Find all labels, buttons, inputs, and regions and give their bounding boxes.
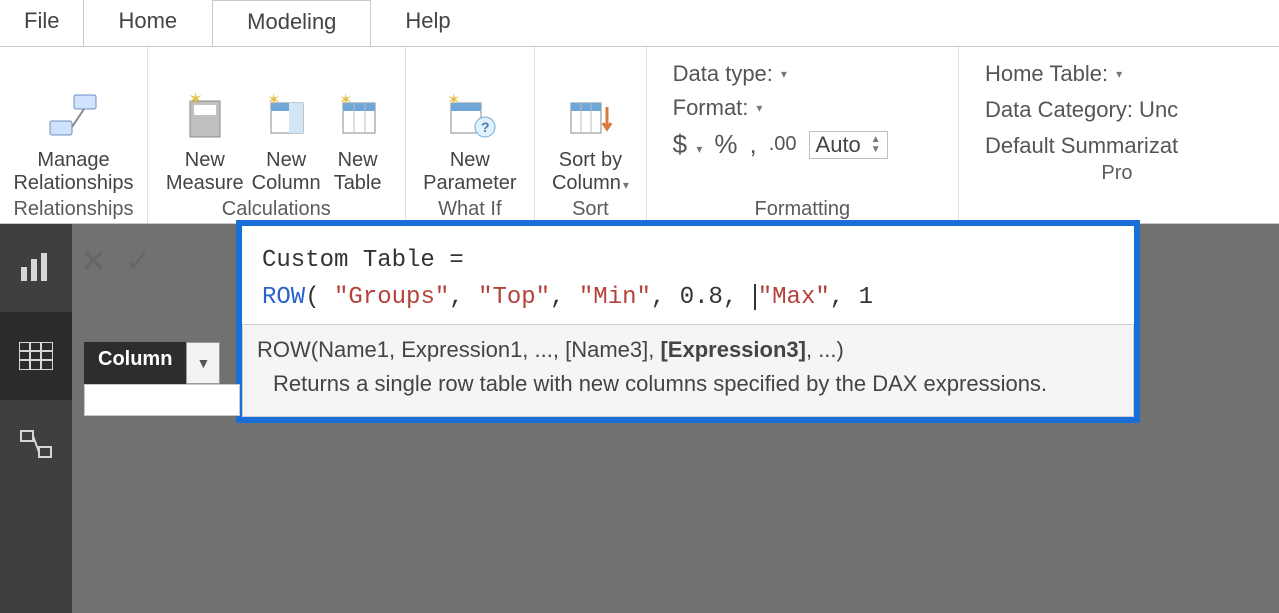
formula-line-2: ROW( "Groups", "Top", "Min", 0.8, "Max",… <box>262 279 1114 316</box>
new-parameter-button[interactable]: ? ✶ New Parameter <box>423 87 516 195</box>
model-view-button[interactable] <box>0 400 72 488</box>
data-type-selector[interactable]: Data type: ▾ <box>673 61 888 87</box>
data-view-button[interactable] <box>0 312 72 400</box>
group-whatif-label: What If <box>438 196 501 223</box>
format-selector[interactable]: Format: ▾ <box>673 95 888 121</box>
relationships-icon <box>44 87 102 145</box>
thousands-button[interactable]: , <box>749 129 756 160</box>
group-sort: Sort by Column▾ Sort <box>535 47 646 223</box>
formula-highlight: Custom Table = ROW( "Groups", "Top", "Mi… <box>236 220 1140 423</box>
svg-text:✶: ✶ <box>339 92 352 109</box>
chevron-down-icon: ▾ <box>696 142 702 156</box>
sort-by-column-label: Sort by Column▾ <box>552 149 629 195</box>
commit-formula-button[interactable]: ✓ <box>125 242 152 280</box>
tab-home[interactable]: Home <box>84 0 212 46</box>
main-area: ✕ ✓ Custom Table = ROW( "Groups", "Top",… <box>0 224 1279 613</box>
group-properties-label: Pro <box>969 160 1265 187</box>
new-parameter-label: New Parameter <box>423 149 516 195</box>
ribbon: Manage Relationships Relationships ✶ New… <box>0 46 1279 224</box>
column-dropdown-button[interactable]: ▼ <box>186 342 220 384</box>
formula-line-1: Custom Table = <box>262 242 1114 279</box>
group-relationships-label: Relationships <box>13 196 133 223</box>
stepper-arrows[interactable]: ▲▼ <box>871 135 881 155</box>
model-view-icon <box>19 429 53 459</box>
tab-file-label: File <box>24 8 59 33</box>
cancel-formula-button[interactable]: ✕ <box>80 242 107 280</box>
sort-icon <box>561 87 619 145</box>
currency-button[interactable]: $ ▾ <box>673 129 703 160</box>
tab-file[interactable]: File <box>0 0 84 46</box>
intellisense-tooltip: ROW(Name1, Expression1, ..., [Name3], [E… <box>242 324 1134 416</box>
parameter-icon: ? ✶ <box>441 87 499 145</box>
group-properties: Home Table: ▾ Data Category: Unc Default… <box>959 47 1279 223</box>
svg-text:✶: ✶ <box>267 92 280 109</box>
home-table-selector[interactable]: Home Table: ▾ <box>985 61 1253 87</box>
default-summarization-label: Default Summarizat <box>985 133 1178 159</box>
group-formatting: Data type: ▾ Format: ▾ $ ▾ % , .00 Auto … <box>647 47 959 223</box>
group-calculations: ✶ New Measure ✶ New Column <box>148 47 406 223</box>
chevron-down-icon: ▾ <box>623 178 629 192</box>
tab-help-label: Help <box>405 8 450 33</box>
tab-modeling[interactable]: Modeling <box>212 0 371 46</box>
view-rail <box>0 224 72 613</box>
new-column-button[interactable]: ✶ New Column <box>252 87 321 195</box>
text-cursor <box>754 284 756 310</box>
svg-text:✶: ✶ <box>447 92 460 109</box>
svg-text:?: ? <box>481 119 490 135</box>
svg-text:✶: ✶ <box>188 91 203 109</box>
group-formatting-label: Formatting <box>657 196 948 223</box>
group-whatif: ? ✶ New Parameter What If <box>406 47 536 223</box>
new-column-label: New Column <box>252 149 321 195</box>
decimal-places-stepper[interactable]: Auto ▲▼ <box>809 131 888 159</box>
new-measure-button[interactable]: ✶ New Measure <box>166 87 244 195</box>
default-summarization-selector[interactable]: Default Summarizat <box>985 133 1253 159</box>
manage-relationships-label: Manage Relationships <box>13 149 133 195</box>
auto-label: Auto <box>816 132 861 158</box>
percent-button[interactable]: % <box>714 129 737 160</box>
table-icon: ✶ <box>329 87 387 145</box>
chevron-down-icon: ▾ <box>781 67 787 81</box>
column-label: Column <box>84 342 186 384</box>
measure-icon: ✶ <box>176 87 234 145</box>
intellisense-description: Returns a single row table with new colu… <box>257 367 1119 401</box>
decimals-label: .00 <box>769 133 797 156</box>
new-table-button[interactable]: ✶ New Table <box>329 87 387 195</box>
group-relationships: Manage Relationships Relationships <box>0 47 148 223</box>
tab-help[interactable]: Help <box>371 0 485 46</box>
dax-formula-editor[interactable]: Custom Table = ROW( "Groups", "Top", "Mi… <box>242 226 1134 324</box>
home-table-label: Home Table: <box>985 61 1108 87</box>
chevron-down-icon: ▾ <box>756 101 762 115</box>
format-label: Format: <box>673 95 749 121</box>
data-view-icon <box>19 342 53 370</box>
chevron-down-icon: ▾ <box>1116 67 1122 81</box>
group-calculations-label: Calculations <box>222 196 331 223</box>
new-measure-label: New Measure <box>166 149 244 195</box>
intellisense-signature: ROW(Name1, Expression1, ..., [Name3], [E… <box>257 333 1119 367</box>
column-icon: ✶ <box>257 87 315 145</box>
tab-home-label: Home <box>118 8 177 33</box>
sort-by-column-button[interactable]: Sort by Column▾ <box>552 87 629 195</box>
data-category-label: Data Category: Unc <box>985 97 1178 123</box>
data-type-label: Data type: <box>673 61 773 87</box>
ribbon-tabs: File Home Modeling Help <box>0 0 1279 46</box>
tab-modeling-label: Modeling <box>247 9 336 34</box>
column-field-well: Column ▼ <box>84 342 220 384</box>
report-view-icon <box>19 253 53 283</box>
manage-relationships-button[interactable]: Manage Relationships <box>13 87 133 195</box>
new-table-label: New Table <box>334 149 382 195</box>
group-sort-label: Sort <box>572 196 609 223</box>
blank-cell <box>84 384 240 416</box>
report-view-button[interactable] <box>0 224 72 312</box>
data-category-selector[interactable]: Data Category: Unc <box>985 97 1253 123</box>
canvas: ✕ ✓ Custom Table = ROW( "Groups", "Top",… <box>72 224 1279 613</box>
